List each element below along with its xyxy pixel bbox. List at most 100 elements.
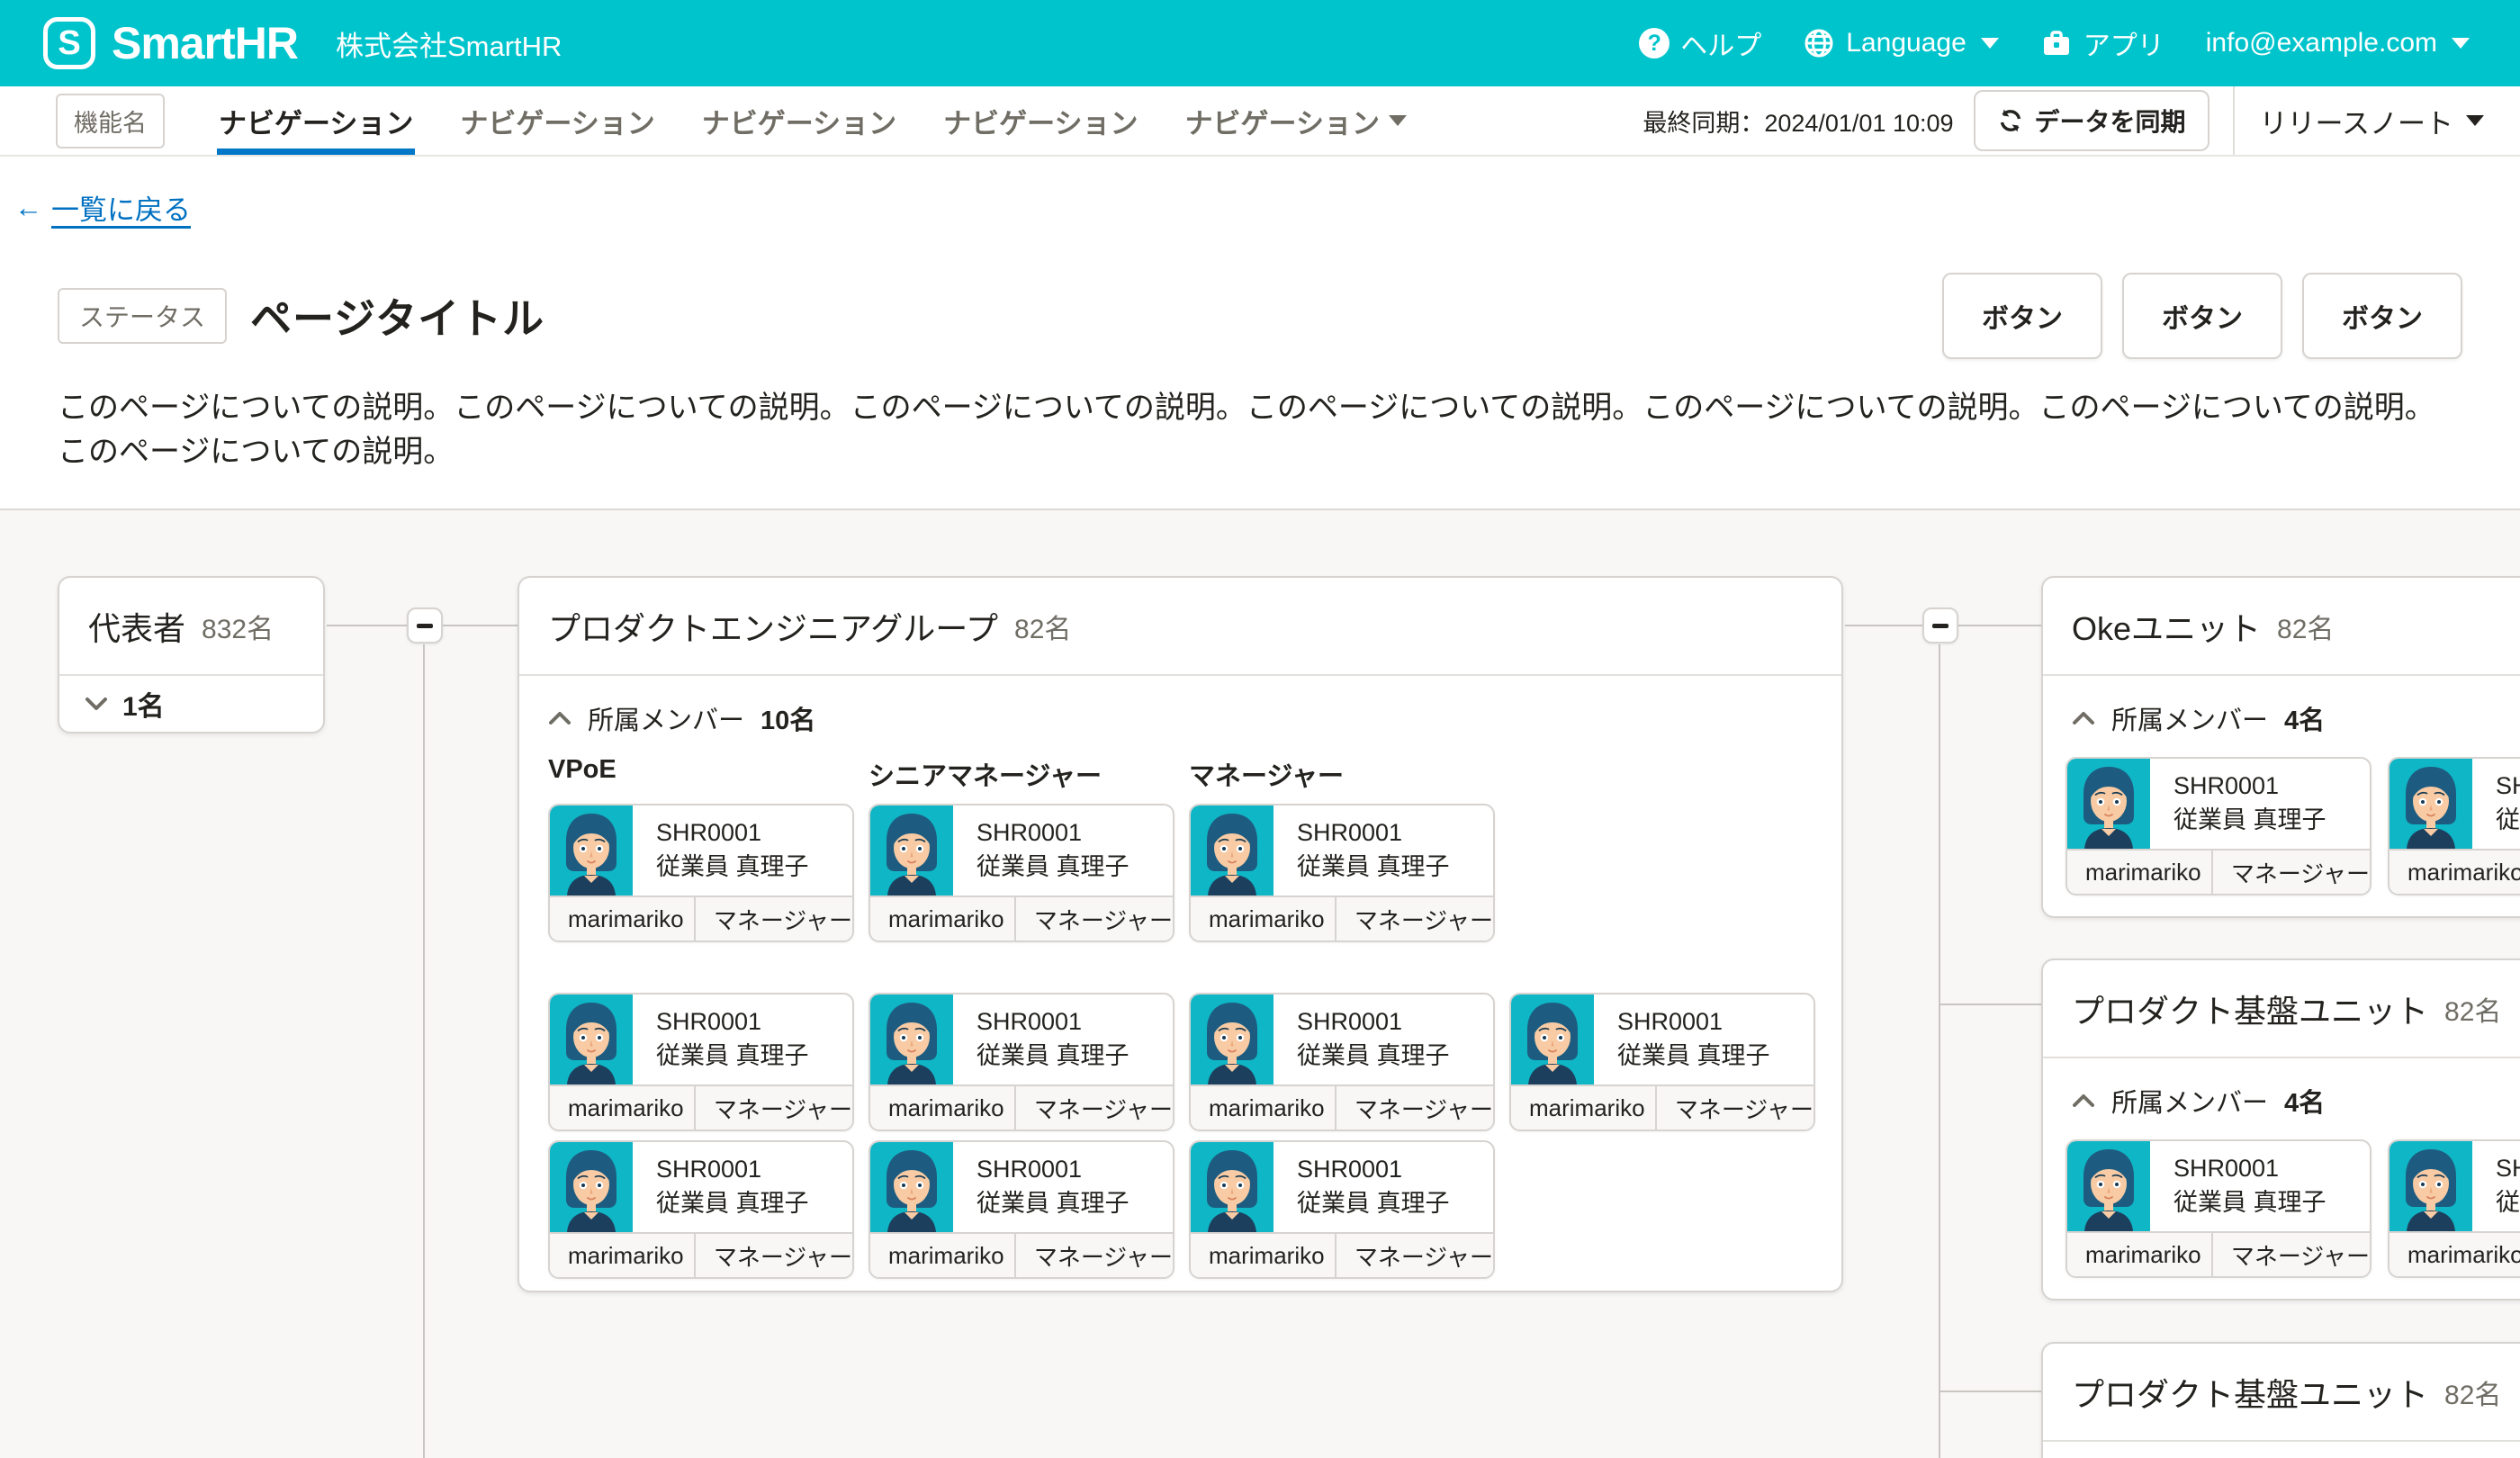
member-avatar [870,1142,953,1232]
action-button-2[interactable]: ボタン [2122,273,2282,359]
member-card[interactable]: SHR0001 従業員 真理子 marimariko マネージャー [2066,757,2372,896]
member-username: marimariko [550,897,696,940]
org-node-count: 82名 [2444,1372,2501,1412]
member-avatar [870,806,953,896]
chevron-down-icon [2452,38,2470,49]
member-avatar [1191,806,1274,896]
member-name: 従業員 真理子 [1297,850,1450,884]
divider [2233,86,2235,155]
action-button-1[interactable]: ボタン [1942,273,2102,359]
member-role: マネージャー [1336,1234,1493,1277]
member-id: SHR0001 [656,1152,809,1186]
connector-line [1939,644,1940,1458]
briefcase-icon [2040,27,2073,59]
member-role: マネージャー [1016,897,1173,940]
chevron-up-icon [548,710,572,726]
member-card[interactable]: SHR0001 従業員 真理子 marimariko マネージャー [548,1140,854,1279]
members-section-toggle[interactable]: 所属メンバー 4名 [2072,1082,2520,1120]
org-node-unit-2: プロダクト基盤ユニット 82名 所属メンバー 4名 [2041,958,2520,1300]
member-username: marimariko [550,1086,696,1130]
member-card[interactable]: SHR0001 従業員 真理子 marimariko マネージャー [1189,993,1495,1131]
smarthr-logo[interactable]: S SmartHR [43,17,298,69]
member-username: marimariko [1191,897,1336,940]
member-name: 従業員 真理子 [976,1186,1130,1220]
member-id: SHR0001 [2496,769,2520,803]
expand-members-toggle[interactable]: 1名 [59,676,323,732]
member-username: marimariko [2390,1233,2520,1276]
member-username: marimariko [550,1234,696,1277]
member-name: 従業員 真理子 [2496,803,2520,837]
collapsed-members-count: 1名 [122,684,165,724]
apps-menu[interactable]: アプリ [2040,23,2164,63]
page-title: ページタイトル [250,286,544,346]
chevron-down-icon [1981,38,1999,49]
member-row: SHR0001 従業員 真理子 marimariko マネージャー [548,1140,1841,1279]
connector-line [1845,625,1922,626]
org-node-root[interactable]: 代表者 832名 1名 [58,576,325,734]
member-card[interactable]: SHR0001 従業員 真理子 marimariko マネージャー [2388,1139,2520,1278]
nav-tab-5[interactable]: ナビゲーション [1184,86,1408,155]
member-role: マネージャー [696,1234,852,1277]
back-to-list-link[interactable]: ← 一覧に戻る [14,187,191,228]
member-card[interactable]: SHR0001 従業員 真理子 marimariko マネージャー [1189,804,1495,942]
member-id: SHR0001 [976,815,1130,850]
language-menu[interactable]: Language [1803,27,1998,59]
member-role: マネージャー [1336,897,1493,940]
account-menu[interactable]: info@example.com [2206,28,2470,58]
member-name: 従業員 真理子 [656,850,809,884]
member-card[interactable]: SHR0001 従業員 真理子 marimariko マネージャー [548,804,854,942]
role-headers-row: VPoE シニアマネージャー マネージャー [548,755,1841,793]
nav-tab-2[interactable]: ナビゲーション [458,86,656,155]
member-card[interactable]: SHR0001 従業員 真理子 marimariko マネージャー [868,804,1174,942]
nav-tab-3[interactable]: ナビゲーション [700,86,898,155]
member-row: SHR0001 従業員 真理子 marimariko マネージャー [2066,1139,2520,1278]
member-id: SHR0001 [1297,1152,1450,1186]
org-node-unit-1: Okeユニット 82名 所属メンバー 4名 [2041,576,2520,918]
member-id: SHR0001 [1297,815,1450,850]
member-card[interactable]: SHR0001 従業員 真理子 marimariko マネージャー [868,993,1174,1131]
member-role: マネージャー [2213,1233,2370,1276]
member-name: 従業員 真理子 [1297,1186,1450,1220]
action-button-3[interactable]: ボタン [2302,273,2462,359]
members-section-toggle[interactable]: 所属メンバー 10名 [548,699,1841,737]
collapse-button[interactable] [407,608,443,644]
members-label: 所属メンバー [2111,699,2268,737]
member-role: マネージャー [1016,1086,1173,1130]
sync-data-button[interactable]: データを同期 [1974,90,2210,151]
member-role: マネージャー [1657,1086,1814,1130]
members-label: 所属メンバー [588,699,744,737]
members-count: 4名 [2284,1082,2325,1120]
member-role: マネージャー [1336,1086,1493,1130]
nav-tab-1[interactable]: ナビゲーション [217,86,415,155]
member-avatar [1191,1142,1274,1232]
smarthr-logo-text: SmartHR [112,17,298,69]
release-notes-menu[interactable]: リリースノート [2260,101,2484,141]
org-node-title: プロダクトエンジニアグループ [548,603,998,650]
member-card[interactable]: SHR0001 従業員 真理子 marimariko マネージャー [2066,1139,2372,1278]
members-count: 4名 [2284,699,2325,737]
member-id: SHR0001 [2496,1151,2520,1185]
member-id: SHR0001 [1617,1004,1770,1039]
page-head: ← 一覧に戻る ステータス ページタイトル ボタン ボタン ボタン このページに… [0,157,2520,508]
account-email: info@example.com [2206,28,2437,58]
member-card[interactable]: SHR0001 従業員 真理子 marimariko マネージャー [868,1140,1174,1279]
back-arrow-icon: ← [14,192,42,224]
member-card[interactable]: SHR0001 従業員 真理子 marimariko マネージャー [1509,993,1815,1131]
minus-icon [1932,624,1948,628]
member-name: 従業員 真理子 [2496,1185,2520,1220]
member-id: SHR0001 [656,815,809,850]
connector-line [1940,1004,2041,1005]
chevron-down-icon [85,696,108,712]
collapse-button[interactable] [1922,608,1958,644]
members-section-toggle[interactable]: 所属メンバー 4名 [2072,699,2520,737]
nav-tab-4[interactable]: ナビゲーション [941,86,1139,155]
org-node-unit-3: プロダクト基盤ユニット 82名 [2041,1342,2520,1458]
nav-tabs: ナビゲーション ナビゲーション ナビゲーション ナビゲーション ナビゲーション [217,86,1408,155]
connector-line [1940,1390,2041,1392]
member-avatar [2390,759,2472,849]
help-icon: ? [1639,28,1670,58]
help-menu[interactable]: ? ヘルプ [1639,23,1761,63]
member-card[interactable]: SHR0001 従業員 真理子 marimariko マネージャー [548,993,854,1131]
member-card[interactable]: SHR0001 従業員 真理子 marimariko マネージャー [1189,1140,1495,1279]
member-card[interactable]: SHR0001 従業員 真理子 marimariko マネージャー [2388,757,2520,896]
